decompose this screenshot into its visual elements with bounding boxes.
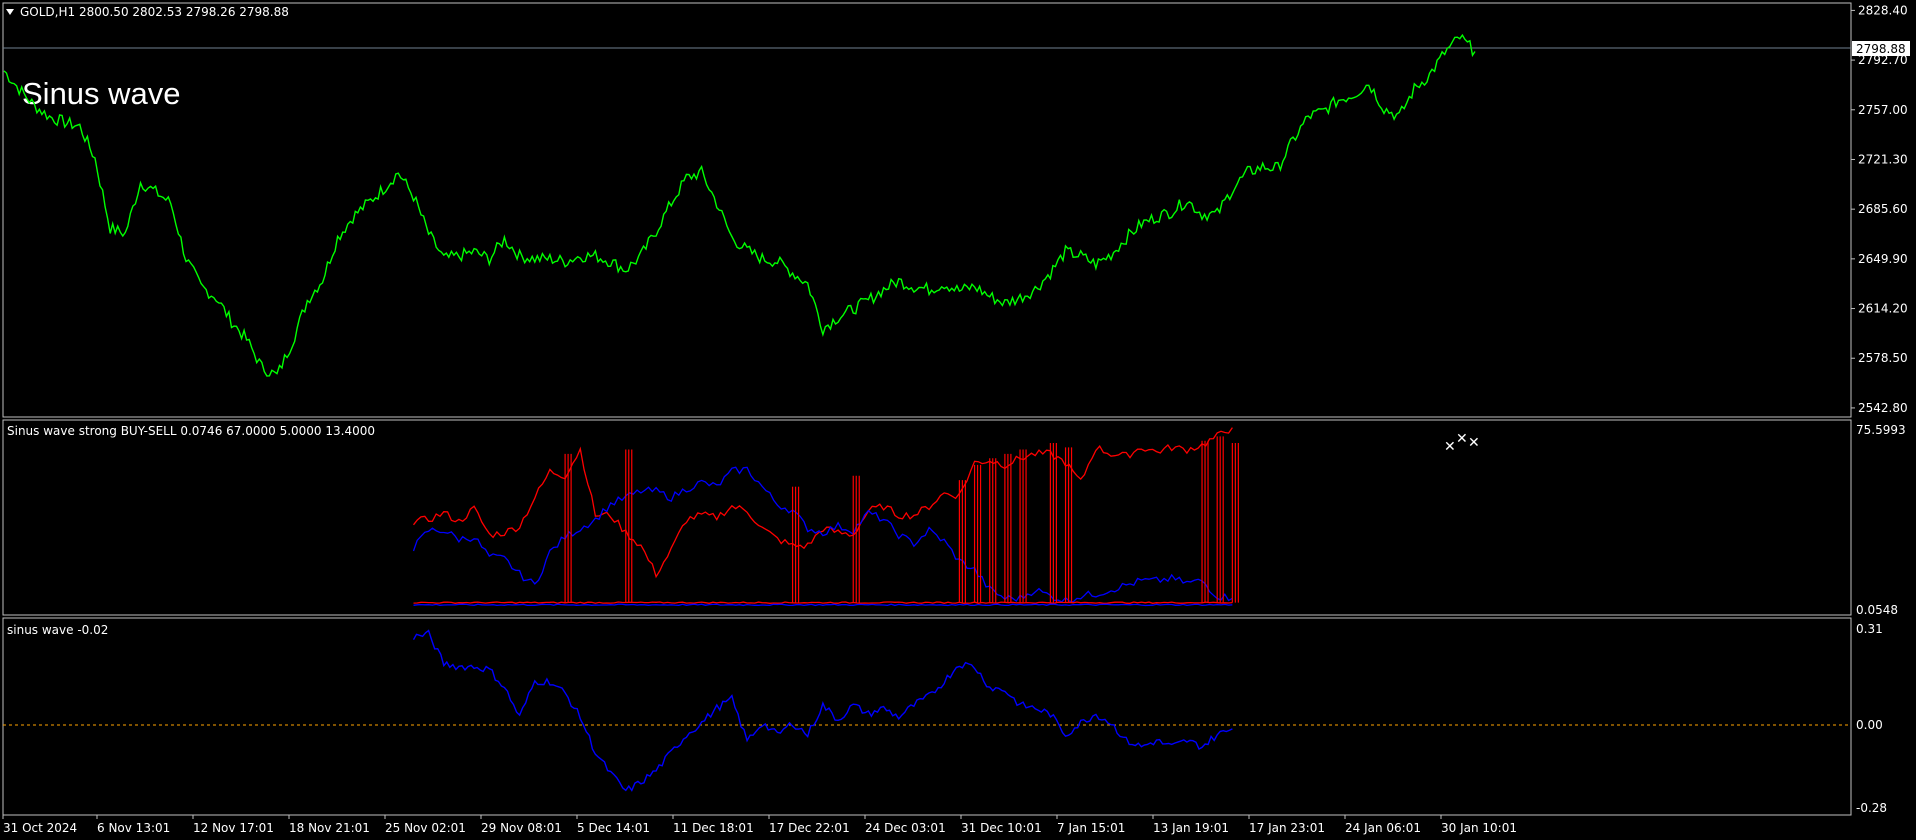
time-tick-label: 18 Nov 21:01: [289, 821, 370, 835]
indicator2-tick-zero: 0.00: [1856, 718, 1883, 732]
price-tick-label: 2757.00: [1858, 103, 1908, 117]
price-tick-label: 2578.50: [1858, 351, 1908, 365]
time-tick-label: 13 Jan 19:01: [1153, 821, 1229, 835]
time-tick-label: 31 Oct 2024: [3, 821, 77, 835]
price-tick-label: 2721.30: [1858, 152, 1908, 166]
time-tick-label: 12 Nov 17:01: [193, 821, 274, 835]
price-tick-label: 2614.20: [1858, 302, 1908, 316]
indicator2-tick-top: 0.31: [1856, 622, 1883, 636]
current-price-label: 2798.88: [1856, 42, 1906, 56]
time-tick-label: 24 Jan 06:01: [1345, 821, 1421, 835]
time-tick-label: 6 Nov 13:01: [97, 821, 170, 835]
sell-marker-icon: ✕: [1456, 431, 1468, 447]
price-tick-label: 2828.40: [1858, 3, 1908, 17]
time-tick-label: 24 Dec 03:01: [865, 821, 946, 835]
indicator1-title: Sinus wave strong BUY-SELL 0.0746 67.000…: [7, 424, 375, 438]
main-price-axis[interactable]: 2828.402792.702757.002721.302685.602649.…: [1851, 3, 1908, 415]
price-tick-label: 2649.90: [1858, 252, 1908, 266]
price-tick-label: 2542.80: [1858, 401, 1908, 415]
price-tick-label: 2685.60: [1858, 202, 1908, 216]
sinus-wave-overlay-text: Sinus wave: [22, 76, 181, 111]
time-tick-label: 25 Nov 02:01: [385, 821, 466, 835]
indicator1-bottom-label: 0.0548: [1856, 603, 1898, 617]
time-tick-label: 5 Dec 14:01: [577, 821, 650, 835]
indicator2-tick-bottom: -0.28: [1856, 801, 1887, 815]
indicator2-title: sinus wave -0.02: [7, 623, 108, 637]
time-tick-label: 17 Jan 23:01: [1249, 821, 1325, 835]
buy-marker-icon: ✕: [1444, 439, 1456, 455]
chart-window: GOLD,H1 2800.50 2802.53 2798.26 2798.88 …: [0, 0, 1916, 840]
indicator1-top-label: 75.5993: [1856, 423, 1906, 437]
time-tick-label: 30 Jan 10:01: [1441, 821, 1517, 835]
time-tick-label: 31 Dec 10:01: [961, 821, 1042, 835]
time-tick-label: 11 Dec 18:01: [673, 821, 754, 835]
time-tick-label: 29 Nov 08:01: [481, 821, 562, 835]
symbol-header: GOLD,H1 2800.50 2802.53 2798.26 2798.88: [20, 5, 289, 19]
time-tick-label: 17 Dec 22:01: [769, 821, 850, 835]
time-tick-label: 7 Jan 15:01: [1057, 821, 1125, 835]
sell-marker-icon: ✕: [1468, 435, 1480, 451]
